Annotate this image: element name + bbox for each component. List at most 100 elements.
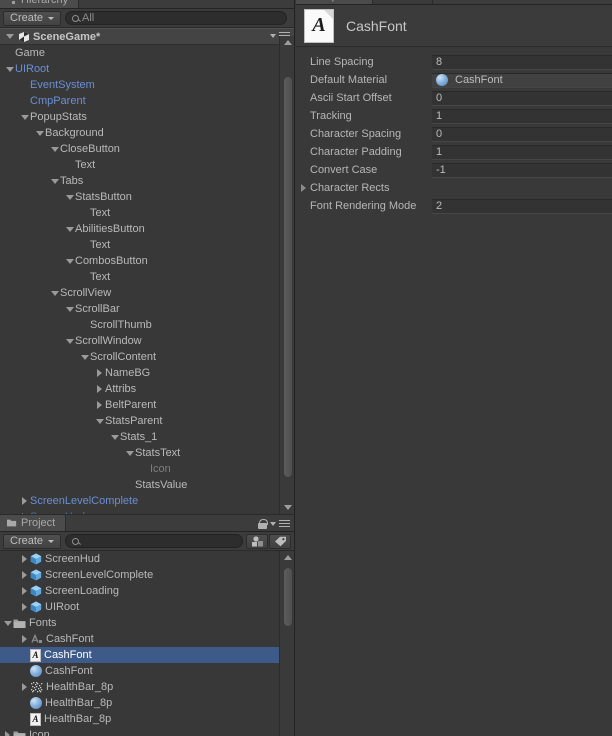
hierarchy-row[interactable]: ScrollThumb [0,317,294,333]
project-search-input[interactable] [65,534,243,548]
tab-services[interactable]: Services [373,0,434,4]
project-row[interactable]: HealthBar_8p [0,695,294,711]
hierarchy-row[interactable]: EventSystem [0,77,294,93]
collapse-arrow-icon[interactable] [49,179,60,184]
hierarchy-row[interactable]: Text [0,205,294,221]
hierarchy-row[interactable]: Text [0,157,294,173]
collapse-arrow-icon[interactable] [124,451,135,456]
hierarchy-row[interactable]: Attribs [0,381,294,397]
project-row[interactable]: HealthBar_8p [0,679,294,695]
label-filter-button[interactable] [269,533,291,549]
hierarchy-row[interactable]: Background [0,125,294,141]
collapse-arrow-icon[interactable] [64,259,75,264]
number-field[interactable]: 0 [432,126,612,142]
project-scrollbar[interactable] [279,551,294,736]
expand-arrow-icon[interactable] [94,385,105,393]
expand-arrow-icon[interactable] [94,401,105,409]
lock-icon[interactable] [258,519,268,529]
collapse-arrow-icon[interactable] [109,435,120,440]
hierarchy-row[interactable]: BeltParent [0,397,294,413]
collapse-arrow-icon[interactable] [49,147,60,152]
collapse-arrow-icon[interactable] [64,227,75,232]
hierarchy-row[interactable]: Game [0,45,294,61]
number-field[interactable]: 2 [432,198,612,214]
hierarchy-row[interactable]: CombosButton [0,253,294,269]
hierarchy-row[interactable]: ScrollBar [0,301,294,317]
expand-arrow-icon[interactable] [19,555,30,563]
expand-arrow-icon[interactable] [296,184,310,192]
expand-arrow-icon[interactable] [19,497,30,505]
hierarchy-row[interactable]: ScrollWindow [0,333,294,349]
scene-expand-arrow[interactable] [4,34,15,39]
hierarchy-scrollbar[interactable] [279,36,294,514]
hierarchy-row[interactable]: Text [0,237,294,253]
hierarchy-row[interactable]: Tabs [0,173,294,189]
collapse-arrow-icon[interactable] [64,307,75,312]
scene-row[interactable]: SceneGame* [0,28,294,45]
project-row[interactable]: Icon [0,727,294,736]
expand-arrow-icon[interactable] [19,603,30,611]
hierarchy-search-input[interactable]: All [65,11,287,25]
number-field[interactable]: -1 [432,162,612,178]
expand-arrow-icon[interactable] [2,731,13,736]
project-row[interactable]: CashFont [0,631,294,647]
scroll-up-arrow[interactable] [280,551,294,564]
hierarchy-row[interactable]: StatsParent [0,413,294,429]
type-filter-button[interactable] [246,533,268,549]
hierarchy-row[interactable]: UIRoot [0,61,294,77]
collapse-arrow-icon[interactable] [94,419,105,424]
number-field[interactable]: 1 [432,144,612,160]
tab-project[interactable]: Project [0,515,67,531]
hierarchy-row[interactable]: ScreenLevelComplete [0,493,294,509]
scroll-thumb[interactable] [283,76,293,478]
hierarchy-create-button[interactable]: Create [3,10,62,26]
object-field[interactable]: CashFont [432,72,612,88]
project-panel-menu[interactable] [258,519,290,529]
tab-hierarchy[interactable]: Hierarchy [0,0,80,8]
hierarchy-row[interactable]: Text [0,269,294,285]
hierarchy-tree[interactable]: Game UIRoot EventSystem CmpParent PopupStats… [0,45,294,514]
collapse-arrow-icon[interactable] [49,291,60,296]
expand-arrow-icon[interactable] [19,587,30,595]
hierarchy-row[interactable]: PopupStats [0,109,294,125]
number-field[interactable]: 0 [432,90,612,106]
expand-arrow-icon[interactable] [19,571,30,579]
project-row[interactable]: Fonts [0,615,294,631]
project-row[interactable]: ScreenLevelComplete [0,567,294,583]
tab-inspector[interactable]: Inspector [296,0,374,4]
scroll-down-arrow[interactable] [280,501,294,514]
hierarchy-row[interactable]: AbilitiesButton [0,221,294,237]
project-row[interactable]: A CashFont [0,647,294,663]
collapse-arrow-icon[interactable] [64,339,75,344]
project-create-button[interactable]: Create [3,533,62,549]
hierarchy-row[interactable]: ScrollContent [0,349,294,365]
hierarchy-row[interactable]: ScrollView [0,285,294,301]
collapse-arrow-icon[interactable] [79,355,90,360]
expand-arrow-icon[interactable] [19,683,30,691]
number-field[interactable]: 1 [432,108,612,124]
collapse-arrow-icon[interactable] [34,131,45,136]
project-row[interactable]: ScreenLoading [0,583,294,599]
number-field[interactable]: 8 [432,54,612,70]
hierarchy-row[interactable]: StatsText [0,445,294,461]
project-row[interactable]: UIRoot [0,599,294,615]
expand-arrow-icon[interactable] [94,369,105,377]
project-tree[interactable]: ScreenHud ScreenLevelComplete ScreenLoadin… [0,551,294,736]
hierarchy-row[interactable]: CmpParent [0,93,294,109]
scroll-up-arrow[interactable] [280,36,294,49]
hierarchy-row[interactable]: NameBG [0,365,294,381]
collapse-arrow-icon[interactable] [2,621,13,626]
hierarchy-row[interactable]: StatsButton [0,189,294,205]
hierarchy-row[interactable]: CloseButton [0,141,294,157]
project-row[interactable]: ScreenHud [0,551,294,567]
collapse-arrow-icon[interactable] [19,115,30,120]
project-row[interactable]: CashFont [0,663,294,679]
hierarchy-row[interactable]: StatsValue [0,477,294,493]
collapse-arrow-icon[interactable] [4,67,15,72]
scroll-thumb[interactable] [283,567,293,627]
hierarchy-row[interactable]: Icon [0,461,294,477]
collapse-arrow-icon[interactable] [64,195,75,200]
project-row[interactable]: A HealthBar_8p [0,711,294,727]
hierarchy-row[interactable]: Stats_1 [0,429,294,445]
expand-arrow-icon[interactable] [19,635,30,643]
